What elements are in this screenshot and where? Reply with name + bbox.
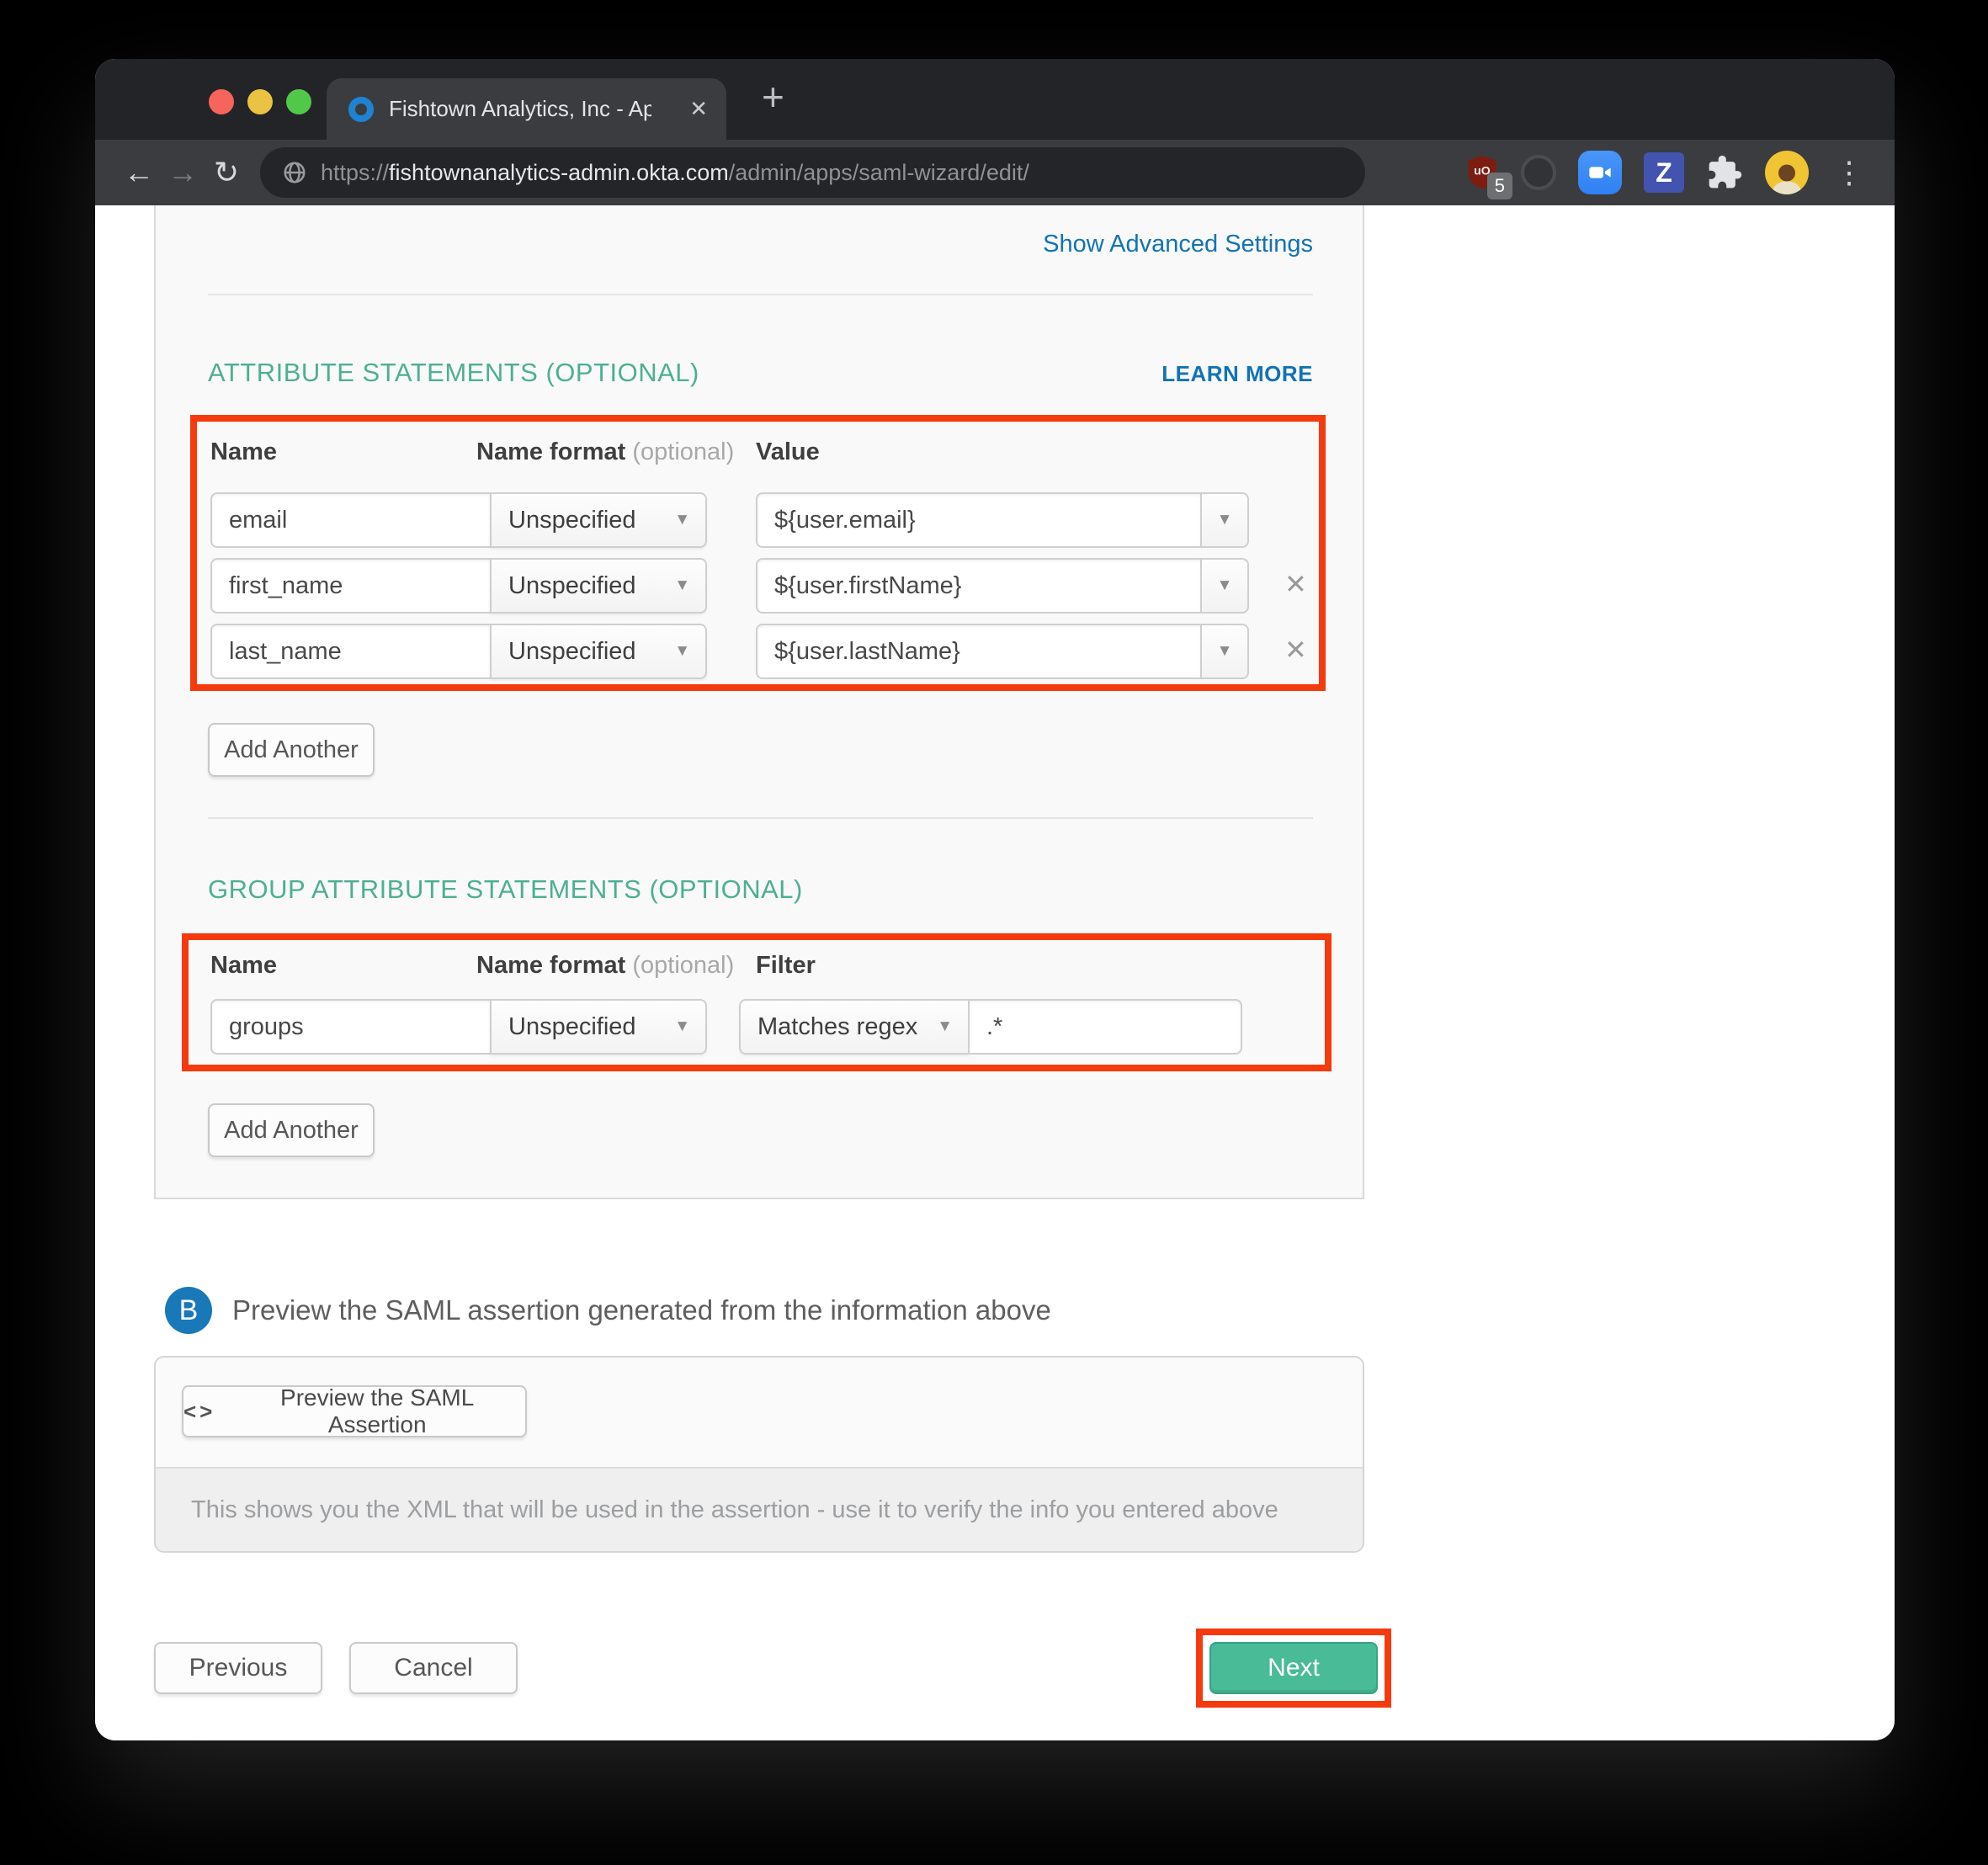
step-b-heading: B Preview the SAML assertion generated f… (165, 1287, 1895, 1334)
ublock-shield-icon[interactable]: uO 5 (1465, 154, 1499, 191)
okta-favicon-icon (348, 97, 374, 122)
attr-row-email: Unspecified ▼ ▼ (210, 492, 1319, 548)
close-tab-icon[interactable]: ✕ (689, 96, 708, 122)
window-controls (209, 89, 311, 114)
site-info-globe-icon[interactable] (282, 160, 307, 185)
password-manager-icon[interactable] (1521, 155, 1556, 190)
zoom-camera-icon[interactable] (1578, 151, 1622, 194)
extensions-puzzle-icon[interactable] (1706, 154, 1743, 191)
group-name-input[interactable] (210, 999, 492, 1055)
annotation-box-attributes: Name Name format (optional) Value Unspec… (190, 415, 1326, 691)
url-text: https://fishtownanalytics-admin.okta.com… (321, 160, 1029, 186)
url-bar[interactable]: https://fishtownanalytics-admin.okta.com… (260, 147, 1365, 198)
annotation-box-next: Next (1196, 1629, 1391, 1708)
group-format-select[interactable]: Unspecified ▼ (490, 999, 707, 1055)
cancel-button[interactable]: Cancel (349, 1642, 518, 1694)
preview-assertion-box: <> Preview the SAML Assertion This shows… (154, 1356, 1364, 1553)
close-window-button[interactable] (209, 89, 234, 114)
step-b-badge: B (165, 1287, 212, 1334)
add-another-button[interactable]: Add Another (208, 723, 375, 777)
attr-format-select[interactable]: Unspecified ▼ (490, 558, 707, 614)
step-b-text: Preview the SAML assertion generated fro… (232, 1294, 1051, 1326)
page-content: Show Advanced Settings ATTRIBUTE STATEME… (95, 205, 1895, 1740)
reload-icon[interactable]: ↻ (205, 155, 248, 190)
group-header-filter: Filter (756, 952, 816, 980)
learn-more-link[interactable]: LEARN MORE (1161, 361, 1313, 387)
divider (208, 294, 1313, 295)
attr-value-input[interactable] (756, 624, 1202, 679)
attr-name-input[interactable] (210, 624, 492, 679)
attr-value-dropdown-button[interactable]: ▼ (1200, 492, 1249, 548)
attr-value-input[interactable] (756, 492, 1202, 548)
new-tab-button[interactable]: + (762, 74, 784, 120)
preview-note: This shows you the XML that will be used… (156, 1467, 1363, 1551)
extension-icons: uO 5 Z ⋮ (1465, 151, 1873, 194)
attr-row-first-name: Unspecified ▼ ▼ ✕ (210, 558, 1319, 614)
chevron-down-icon: ▼ (674, 642, 690, 661)
remove-row-icon[interactable]: ✕ (1284, 634, 1307, 666)
attr-name-input[interactable] (210, 558, 492, 614)
attribute-statements-title: ATTRIBUTE STATEMENTS (OPTIONAL) (208, 358, 699, 388)
group-attribute-statements-title: GROUP ATTRIBUTE STATEMENTS (OPTIONAL) (208, 874, 803, 905)
forward-icon[interactable]: → (161, 155, 205, 190)
attr-format-select[interactable]: Unspecified ▼ (490, 492, 707, 548)
tab-title: Fishtown Analytics, Inc - Applic (389, 96, 651, 122)
attr-row-last-name: Unspecified ▼ ▼ ✕ (210, 624, 1319, 679)
minimize-window-button[interactable] (247, 89, 273, 114)
url-host: fishtownanalytics-admin.okta.com (389, 160, 729, 185)
browser-window: Fishtown Analytics, Inc - Applic ✕ + ← →… (95, 59, 1895, 1740)
group-header-format: Name format (optional) (476, 952, 734, 980)
remove-row-icon[interactable]: ✕ (1284, 568, 1307, 600)
browser-toolbar: ← → ↻ https://fishtownanalytics-admin.ok… (95, 140, 1895, 205)
group-filter-type-select[interactable]: Matches regex ▼ (739, 999, 970, 1055)
url-scheme: https:// (321, 160, 389, 185)
attr-header-name: Name (210, 438, 277, 466)
tab-strip: Fishtown Analytics, Inc - Applic ✕ + (95, 59, 1895, 140)
attr-header-value: Value (756, 438, 820, 466)
chevron-down-icon: ▼ (1217, 642, 1233, 661)
chevron-down-icon: ▼ (937, 1018, 953, 1036)
profile-avatar[interactable] (1765, 151, 1809, 194)
preview-saml-assertion-button[interactable]: <> Preview the SAML Assertion (182, 1385, 527, 1437)
attr-format-select[interactable]: Unspecified ▼ (490, 624, 707, 679)
add-another-group-button[interactable]: Add Another (208, 1103, 375, 1157)
chevron-down-icon: ▼ (674, 511, 690, 529)
group-filter-value-input[interactable] (968, 999, 1242, 1055)
browser-tab[interactable]: Fishtown Analytics, Inc - Applic ✕ (327, 78, 726, 140)
show-advanced-settings-link[interactable]: Show Advanced Settings (1043, 231, 1313, 258)
back-icon[interactable]: ← (117, 155, 161, 190)
attr-name-input[interactable] (210, 492, 492, 548)
attr-header-row: Name Name format (optional) Value (210, 438, 1319, 476)
group-header-row: Name Name format (optional) Filter (210, 952, 1325, 989)
group-row-groups: Unspecified ▼ Matches regex ▼ (210, 999, 1325, 1055)
annotation-box-group-attributes: Name Name format (optional) Filter Unspe… (182, 933, 1332, 1071)
group-header-name: Name (210, 952, 277, 980)
saml-settings-panel: Show Advanced Settings ATTRIBUTE STATEME… (154, 205, 1364, 1199)
fullscreen-window-button[interactable] (286, 89, 311, 114)
preview-button-area: <> Preview the SAML Assertion (156, 1358, 1363, 1467)
attr-value-dropdown-button[interactable]: ▼ (1200, 624, 1249, 679)
divider (208, 817, 1313, 819)
previous-button[interactable]: Previous (154, 1642, 322, 1694)
chevron-down-icon: ▼ (674, 1018, 690, 1036)
attr-value-dropdown-button[interactable]: ▼ (1200, 558, 1249, 614)
ublock-badge: 5 (1487, 173, 1512, 199)
z-extension-icon[interactable]: Z (1644, 152, 1684, 193)
chevron-down-icon: ▼ (1217, 577, 1233, 595)
attr-value-input[interactable] (756, 558, 1202, 614)
browser-menu-icon[interactable]: ⋮ (1831, 155, 1868, 190)
chevron-down-icon: ▼ (674, 577, 690, 595)
wizard-footer: Previous Cancel Next (154, 1629, 1364, 1708)
chevron-down-icon: ▼ (1217, 511, 1233, 529)
code-brackets-icon: <> (183, 1399, 215, 1425)
next-button[interactable]: Next (1209, 1642, 1378, 1694)
attr-header-format: Name format (optional) (476, 438, 734, 466)
url-path: /admin/apps/saml-wizard/edit/ (729, 160, 1029, 185)
